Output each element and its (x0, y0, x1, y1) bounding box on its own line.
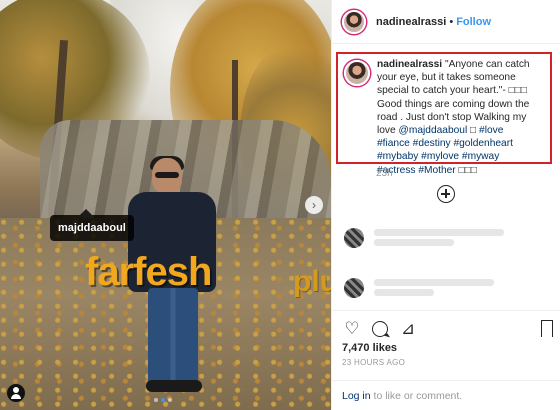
post-side-panel: nadinealrassi • Follow nadinealrassi "An… (331, 0, 560, 410)
comment-item (344, 276, 494, 299)
login-footer: Log in to like or comment. (332, 380, 560, 410)
caption-time: 23h (376, 168, 393, 179)
caption-text: nadinealrassi "Anyone can catch your eye… (377, 58, 537, 176)
caption-body-3: □□□ (455, 164, 478, 176)
bookmark-icon[interactable] (537, 319, 557, 339)
person-sunglasses (155, 172, 179, 178)
post-header: nadinealrassi • Follow (332, 0, 560, 44)
user-tags-icon[interactable] (7, 384, 25, 402)
carousel-dot (154, 398, 158, 402)
heart-icon[interactable]: ♡ (342, 319, 362, 339)
load-more-comments-icon[interactable] (437, 185, 455, 203)
comment-avatar-blurred (344, 227, 364, 248)
person-jeans (148, 288, 198, 384)
caption-mention-link[interactable]: @majddaaboul (399, 125, 468, 136)
photo-person (128, 156, 218, 398)
comment-item (344, 226, 504, 249)
comment-text-blurred (374, 276, 494, 299)
person-jacket (128, 192, 216, 292)
user-tag-label[interactable]: majddaaboul (50, 209, 134, 241)
header-separator: • (449, 15, 454, 28)
header-username[interactable]: nadinealrassi (376, 16, 446, 28)
carousel-dot-active (161, 398, 165, 402)
login-link[interactable]: Log in (342, 390, 371, 402)
share-icon[interactable]: ⊿ (398, 319, 418, 339)
comment-avatar-blurred (344, 277, 364, 298)
carousel-dot (168, 398, 172, 402)
login-footer-text: to like or comment. (370, 390, 463, 402)
caption-username[interactable]: nadinealrassi (377, 59, 442, 70)
comment-icon[interactable] (370, 319, 390, 339)
carousel-dots (154, 398, 172, 402)
carousel-next-icon[interactable]: › (305, 196, 323, 214)
action-bar: ♡ ⊿ (332, 310, 560, 342)
likes-count[interactable]: 7,470 likes (342, 342, 397, 354)
caption-avatar[interactable] (344, 60, 370, 86)
post-photo[interactable]: majddaaboul › (0, 0, 331, 410)
avatar[interactable] (342, 9, 366, 34)
person-shoes (146, 380, 202, 392)
caption-highlight: nadinealrassi "Anyone can catch your eye… (336, 52, 552, 176)
posted-time: 23 HOURS AGO (342, 358, 406, 367)
caption-body-2: □ (467, 125, 480, 137)
follow-button[interactable]: Follow (456, 16, 491, 28)
comment-text-blurred (374, 226, 504, 249)
